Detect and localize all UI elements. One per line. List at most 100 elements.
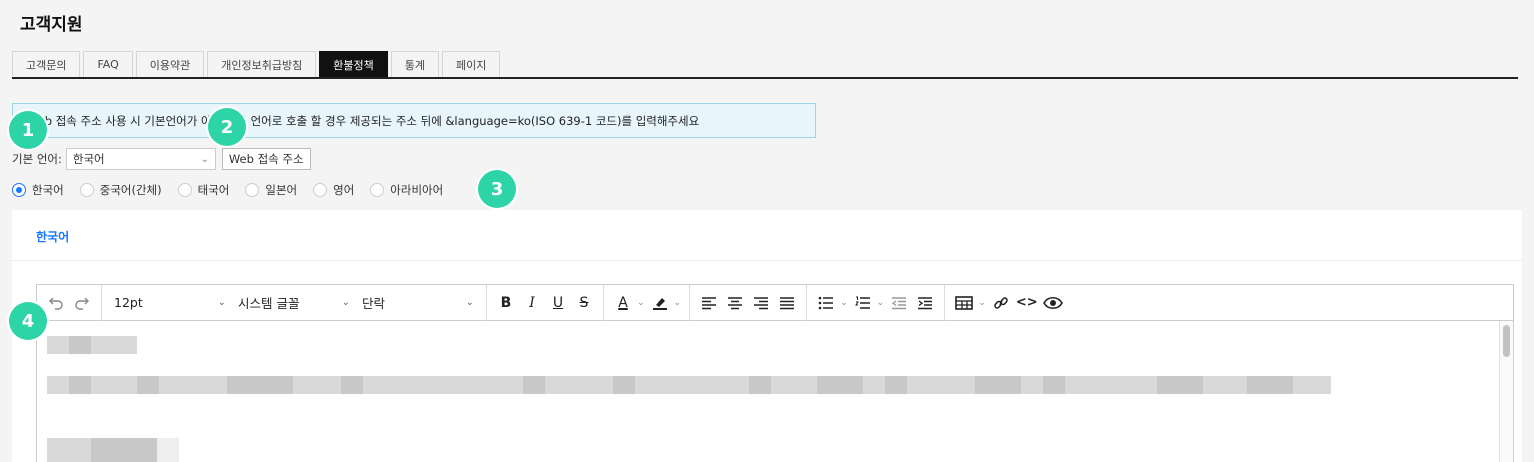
strikethrough-icon[interactable]: S: [571, 289, 597, 317]
radio-indicator[interactable]: [370, 183, 385, 197]
default-language-label: 기본 언어:: [12, 152, 62, 166]
block-format-select[interactable]: 단락 ⌄: [356, 289, 480, 317]
code-icon[interactable]: <>: [1014, 289, 1040, 317]
redacted-text: [69, 336, 91, 354]
font-size-value: 12pt: [114, 295, 143, 310]
radio-arabic[interactable]: 아라비아어: [370, 182, 443, 198]
history-group: [37, 284, 102, 321]
language-radio-group: 한국어 중국어(간체) 태국어 일본어 영어 아라비아어: [12, 180, 459, 200]
insert-group: ⌄ <>: [945, 285, 1072, 321]
italic-icon[interactable]: I: [519, 289, 545, 317]
undo-icon[interactable]: [43, 289, 69, 317]
tab-customer-inquiry[interactable]: 고객문의: [12, 51, 81, 77]
text-color-icon[interactable]: A: [610, 289, 636, 317]
tab-statistics[interactable]: 통계: [390, 51, 439, 77]
redacted-text: [885, 376, 907, 394]
page-title: 고객지원: [20, 15, 83, 35]
chevron-down-icon[interactable]: ⌄: [637, 298, 645, 308]
outdent-icon[interactable]: [886, 289, 912, 317]
chevron-down-icon[interactable]: ⌄: [978, 298, 986, 308]
editor-content-area[interactable]: [37, 321, 1513, 462]
radio-indicator[interactable]: [177, 183, 192, 197]
notice-text: Web 접속 주소 사용 시 기본언어가 아닌 다른 언어로 호출 할 경우 제…: [27, 113, 700, 128]
radio-chinese-simplified[interactable]: 중국어(간체): [79, 182, 162, 198]
chevron-down-icon[interactable]: ⌄: [877, 298, 885, 308]
chevron-down-icon: ⌄: [465, 297, 474, 308]
align-group: [690, 284, 808, 321]
default-language-select[interactable]: 한국어 ⌄: [65, 148, 216, 170]
rich-text-editor: 12pt ⌄ 시스템 글꼴 ⌄ 단락 ⌄ B I U S A ⌄ ⌄ ⌄ ⌄ ⌄…: [36, 284, 1514, 462]
chevron-down-icon: ⌄: [217, 297, 226, 308]
bullet-list-icon[interactable]: [813, 289, 839, 317]
web-address-button[interactable]: Web 접속 주소: [221, 148, 311, 170]
editor-panel: 한국어 12pt ⌄ 시스템 글꼴 ⌄ 단락 ⌄ B I U S A ⌄ ⌄ ⌄…: [12, 210, 1522, 462]
scroll-thumb[interactable]: [1503, 325, 1510, 357]
redacted-text: [137, 376, 159, 394]
align-center-icon[interactable]: [722, 289, 748, 317]
radio-indicator[interactable]: [12, 183, 26, 197]
default-language-row: 기본 언어: 한국어 ⌄ Web 접속 주소: [12, 148, 311, 170]
language-notice: Web 접속 주소 사용 시 기본언어가 아닌 다른 언어로 호출 할 경우 제…: [12, 103, 816, 138]
default-language-value: 한국어: [72, 152, 105, 166]
redacted-text: [975, 376, 1021, 394]
chevron-down-icon[interactable]: ⌄: [674, 298, 682, 308]
redacted-text: [91, 336, 137, 354]
editor-toolbar: 12pt ⌄ 시스템 글꼴 ⌄ 단락 ⌄ B I U S A ⌄ ⌄ ⌄ ⌄ ⌄…: [37, 284, 1513, 321]
redacted-text: [341, 376, 363, 394]
bold-icon[interactable]: B: [493, 289, 519, 317]
format-select-group: 12pt ⌄ 시스템 글꼴 ⌄ 단락 ⌄: [102, 284, 487, 321]
align-left-icon[interactable]: [696, 289, 722, 317]
radio-label: 한국어: [32, 183, 64, 197]
radio-korean[interactable]: 한국어: [12, 182, 64, 198]
redacted-text: [157, 438, 179, 462]
editor-scrollbar[interactable]: [1499, 321, 1513, 462]
preview-icon[interactable]: [1040, 289, 1066, 317]
table-icon[interactable]: [951, 289, 977, 317]
callout-badge-1: 1: [9, 111, 47, 149]
radio-label: 일본어: [265, 183, 298, 197]
radio-label: 중국어(간체): [99, 183, 162, 197]
redacted-text: [227, 376, 293, 394]
divider: [12, 260, 1522, 261]
chevron-down-icon[interactable]: ⌄: [840, 298, 848, 308]
callout-badge-3: 3: [478, 170, 516, 208]
font-family-value: 시스템 글꼴: [238, 296, 300, 311]
tab-terms[interactable]: 이용약관: [135, 51, 205, 77]
redacted-text: [69, 376, 91, 394]
chevron-down-icon: ⌄: [341, 297, 350, 308]
justify-icon[interactable]: [774, 289, 800, 317]
radio-japanese[interactable]: 일본어: [245, 182, 297, 198]
link-icon[interactable]: [988, 289, 1014, 317]
radio-indicator[interactable]: [79, 183, 94, 197]
redacted-text: [523, 376, 545, 394]
tab-privacy[interactable]: 개인정보취급방침: [207, 51, 317, 77]
block-format-value: 단락: [362, 296, 386, 311]
tab-faq[interactable]: FAQ: [83, 51, 133, 77]
tab-refund-policy[interactable]: 환불정책: [319, 51, 388, 77]
indent-icon[interactable]: [912, 289, 938, 317]
font-size-select[interactable]: 12pt ⌄: [108, 289, 232, 317]
radio-label: 영어: [333, 183, 355, 197]
list-group: ⌄ ⌄: [807, 284, 946, 321]
radio-thai[interactable]: 태국어: [177, 182, 230, 198]
redacted-text: [1043, 376, 1065, 394]
align-right-icon[interactable]: [748, 289, 774, 317]
redacted-text: [91, 438, 157, 462]
radio-indicator[interactable]: [313, 183, 328, 197]
highlight-icon[interactable]: [647, 289, 673, 317]
radio-english[interactable]: 영어: [313, 182, 354, 198]
radio-indicator[interactable]: [245, 183, 260, 197]
radio-label: 아라비아어: [390, 183, 444, 197]
panel-language-tab[interactable]: 한국어: [36, 228, 69, 245]
redacted-text: [1157, 376, 1203, 394]
underline-icon[interactable]: U: [545, 289, 571, 317]
redacted-text: [613, 376, 635, 394]
numbered-list-icon[interactable]: [850, 289, 876, 317]
font-family-select[interactable]: 시스템 글꼴 ⌄: [232, 289, 356, 317]
color-group: A ⌄ ⌄: [604, 284, 691, 321]
tab-bar: 고객문의 FAQ 이용약관 개인정보취급방침 환불정책 통계 페이지: [12, 51, 1518, 79]
radio-label: 태국어: [197, 183, 230, 197]
tab-page[interactable]: 페이지: [441, 51, 501, 77]
redacted-text: [817, 376, 863, 394]
redo-icon[interactable]: [69, 289, 95, 317]
